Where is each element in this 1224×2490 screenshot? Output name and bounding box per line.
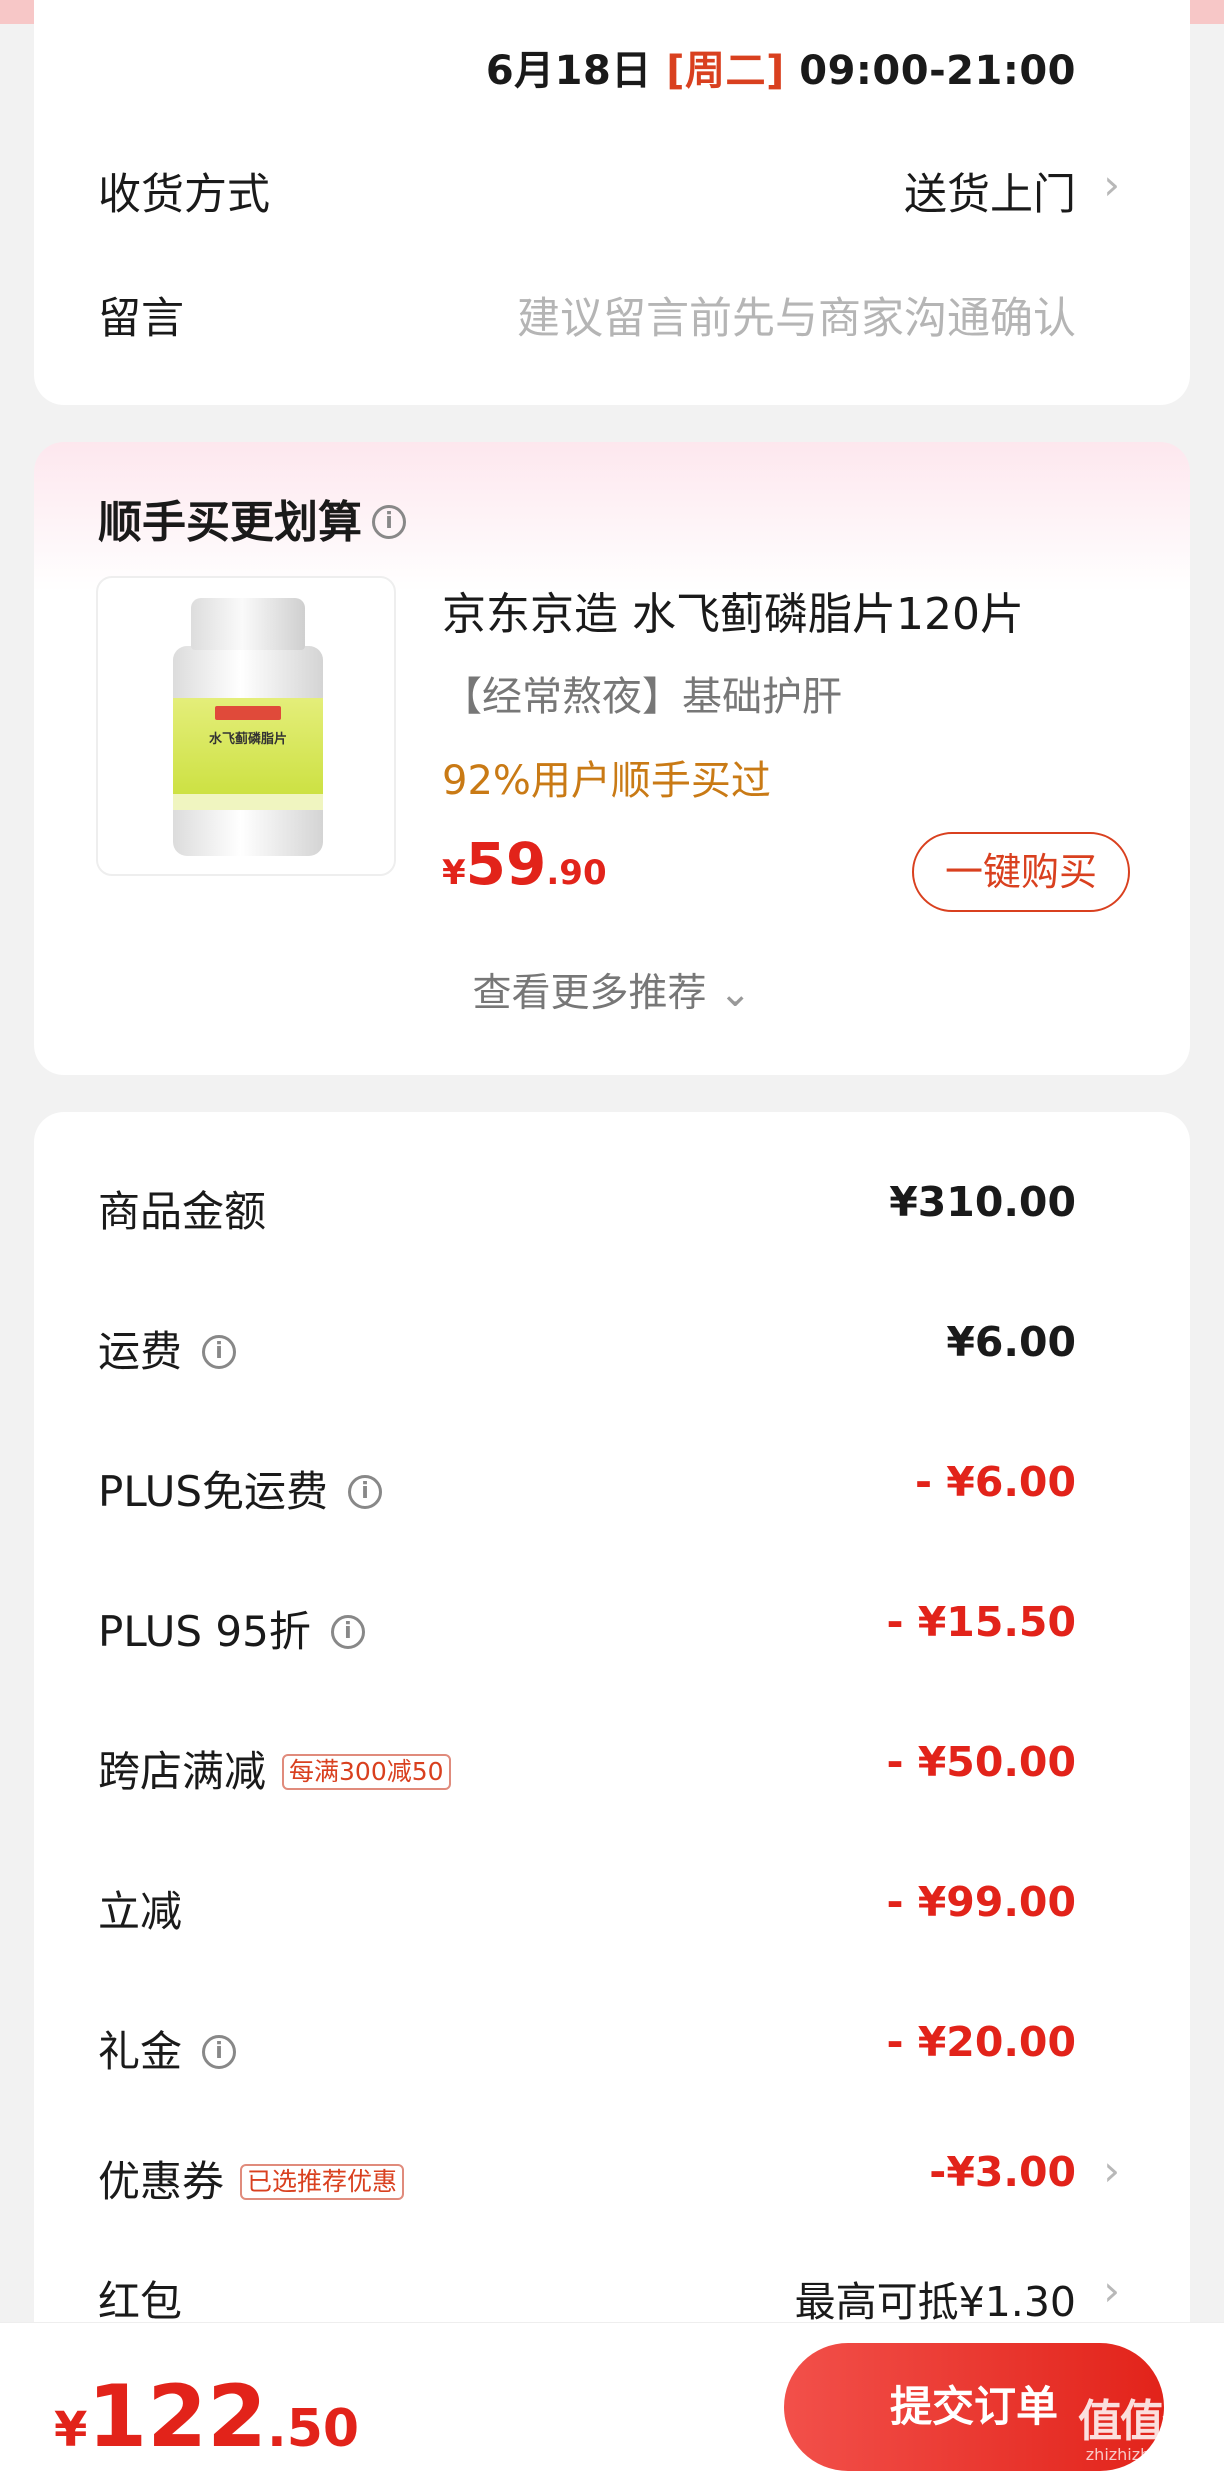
fee-amount: - ¥50.00 [886,1738,1076,1786]
fee-amount: ¥310.00 [889,1178,1076,1226]
fee-label-text: 红包 [98,2277,183,2326]
chevron-right-icon[interactable]: › [1103,2266,1120,2315]
product-image[interactable]: 水飞蓟磷脂片 [96,576,396,876]
fee-label-text: 运费 [98,1327,183,1376]
fee-amount: - ¥99.00 [886,1878,1076,1926]
fee-row[interactable]: 红包 最高可抵¥1.30 › [34,2252,1190,2332]
price-decimal: .90 [546,853,607,893]
fee-row: 商品金额 ¥310.00 [34,1162,1190,1242]
chevron-down-icon: ⌄ [718,971,752,1016]
fee-amount[interactable]: -¥3.00 [929,2148,1076,2196]
fee-amount: ¥6.00 [946,1318,1076,1366]
fee-label: 商品金额 [98,1178,266,1239]
chevron-right-icon[interactable]: › [1103,2146,1120,2195]
delivery-method-label: 收货方式 [98,170,270,220]
product-tag: 【经常熬夜】基础护肝 [442,674,842,720]
total-decimal: .50 [266,2399,360,2459]
fee-row: 跨店满减 每满300减50 - ¥50.00 [34,1722,1190,1802]
info-icon[interactable]: i [330,1614,365,1649]
submit-order-label: 提交订单 [889,2382,1058,2431]
fee-amount: - ¥6.00 [915,1458,1076,1506]
bottle-icon: 水飞蓟磷脂片 [173,598,323,856]
fee-label-text: PLUS免运费 [98,1467,329,1516]
fee-label: 优惠券 已选推荐优惠 [98,2148,405,2209]
fee-label: PLUS 95折 i [98,1598,365,1659]
fee-label: PLUS免运费 i [98,1458,383,1519]
info-icon[interactable]: i [202,2034,237,2069]
upsell-title: 顺手买更划算 i [98,486,406,550]
fee-label: 运费 i [98,1318,237,1379]
order-total: ¥122.50 [54,2367,359,2467]
fee-row[interactable]: PLUS免运费 i - ¥6.00 [34,1442,1190,1522]
delivery-method-value[interactable]: 送货上门 [904,160,1076,222]
upsell-card: 顺手买更划算 i 水飞蓟磷脂片 京东京造 水飞蓟磷脂片120片 【经常熬夜】基础护… [34,442,1190,1075]
fee-label-text: 跨店满减 [98,1747,267,1796]
watermark-url: zhizhizhi.com [1085,2445,1194,2464]
fee-amount: - ¥15.50 [886,1598,1076,1646]
info-icon[interactable]: i [372,505,406,539]
fee-label: 礼金 i [98,2018,237,2079]
price-currency: ¥ [442,853,466,893]
product-bought-ratio: 92%用户顺手买过 [442,758,771,804]
fee-label: 立减 [98,1878,182,1939]
more-link-text: 查看更多推荐 [472,971,707,1016]
product-price: ¥59.90 [442,830,607,898]
delivery-date: 6月18日 [485,48,652,94]
fee-label-text: 礼金 [98,2027,183,2076]
more-recommendations-link[interactable]: 查看更多推荐 ⌄ [34,962,1190,1018]
fee-amount: - ¥20.00 [886,2018,1076,2066]
fee-badge: 每满300减50 [282,1753,451,1790]
fee-row: 立减 - ¥99.00 [34,1862,1190,1942]
fee-label-text: 商品金额 [98,1187,267,1236]
fee-amount[interactable]: 最高可抵¥1.30 [795,2268,1076,2328]
fee-label-text: 优惠券 [98,2157,225,2206]
fee-label: 跨店满减 每满300减50 [98,1738,451,1799]
delivery-weekday: [周二] [666,48,785,94]
fee-row[interactable]: PLUS 95折 i - ¥15.50 [34,1582,1190,1662]
price-integer: 59 [465,830,547,898]
one-click-buy-button[interactable]: 一键购买 [912,832,1130,912]
info-icon[interactable]: i [202,1334,237,1369]
delivery-card: 6月18日 [周二] 09:00-21:00 收货方式 送货上门 › 留言 建议… [34,0,1190,405]
info-icon[interactable]: i [348,1474,383,1509]
chevron-right-icon[interactable]: › [1103,160,1120,209]
total-currency: ¥ [54,2402,88,2458]
fee-label: 红包 [98,2268,182,2329]
delivery-time[interactable]: 6月18日 [周二] 09:00-21:00 [486,38,1076,96]
watermark-logo: 值值值 [1078,2396,1206,2447]
checkout-bar: ¥122.50 提交订单 值值值 zhizhizhi.com [0,2322,1224,2490]
message-input[interactable]: 建议留言前先与商家沟通确认 [517,284,1076,346]
total-integer: 122 [87,2367,267,2467]
upsell-title-text: 顺手买更划算 [98,497,362,548]
fee-badge: 已选推荐优惠 [240,2163,405,2200]
fee-row[interactable]: 礼金 i - ¥20.00 [34,2002,1190,2082]
fee-label-text: 立减 [98,1887,183,1936]
fee-row[interactable]: 运费 i ¥6.00 [34,1302,1190,1382]
message-label: 留言 [98,294,184,344]
product-name[interactable]: 京东京造 水飞蓟磷脂片120片 [442,578,1024,642]
fee-label-text: PLUS 95折 [98,1607,311,1656]
price-breakdown-card: 商品金额 ¥310.00 运费 i ¥6.00 PLUS免运费 i - ¥6.00 PLUS 9… [34,1112,1190,2412]
fee-row[interactable]: 优惠券 已选推荐优惠 -¥3.00 › [34,2132,1190,2212]
bottle-label-text: 水飞蓟磷脂片 [208,732,287,747]
delivery-time-range: 09:00-21:00 [799,48,1076,94]
